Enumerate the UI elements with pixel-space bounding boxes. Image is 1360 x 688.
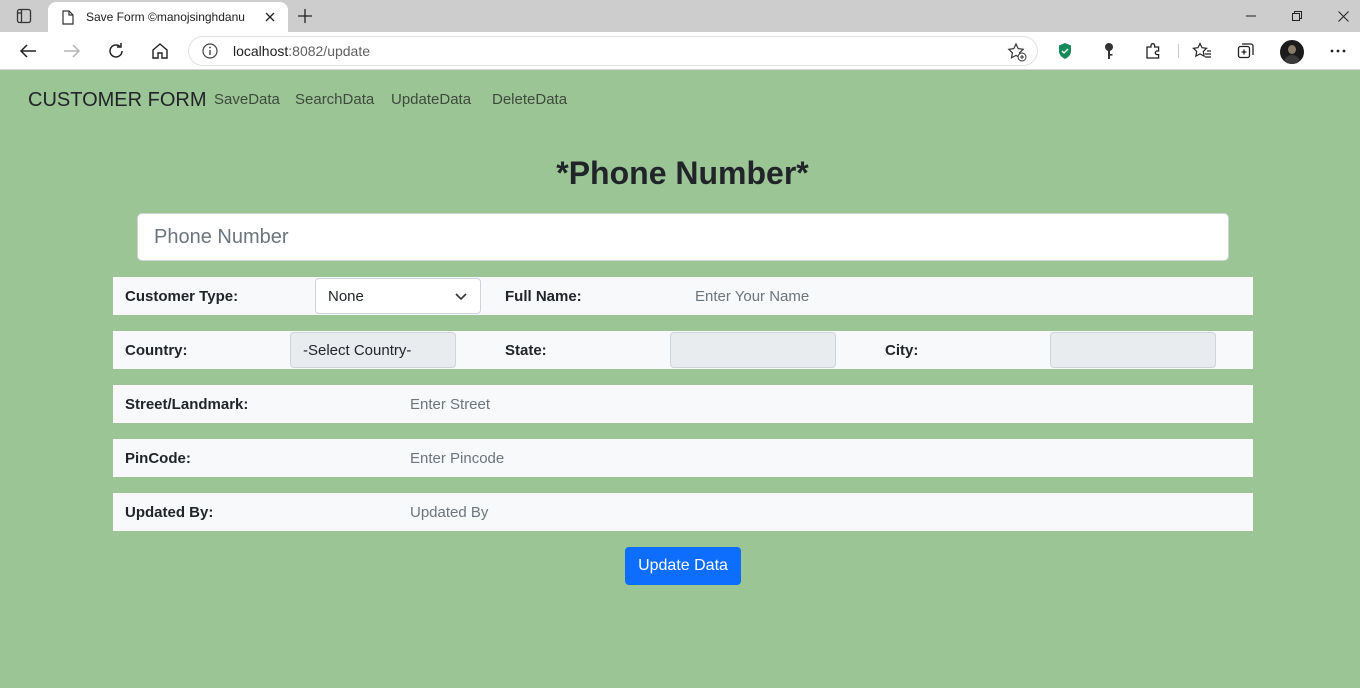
- page-heading: *Phone Number*: [556, 155, 809, 191]
- browser-tab[interactable]: Save Form ©manojsinghdanu: [48, 2, 288, 32]
- forward-arrow-icon[interactable]: [58, 38, 86, 64]
- avatar-body: [1284, 55, 1300, 64]
- phone-number-input[interactable]: [137, 213, 1229, 261]
- collections-icon[interactable]: [1232, 38, 1260, 64]
- nav-link-savedata[interactable]: SaveData: [214, 91, 280, 108]
- city-select[interactable]: [1050, 332, 1216, 368]
- full-name-label: Full Name:: [505, 288, 582, 305]
- browser-tabstrip: Save Form ©manojsinghdanu: [0, 0, 1360, 32]
- favorites-icon[interactable]: [1188, 38, 1216, 64]
- add-favorite-icon[interactable]: [1007, 42, 1027, 62]
- tab-actions-icon[interactable]: [10, 6, 38, 26]
- address-bar[interactable]: localhost:8082/update: [188, 36, 1038, 66]
- back-arrow-icon[interactable]: [14, 38, 42, 64]
- key-icon[interactable]: [1095, 38, 1123, 64]
- state-select[interactable]: [670, 332, 836, 368]
- browser-toolbar: localhost:8082/update: [0, 32, 1360, 70]
- update-data-button[interactable]: Update Data: [625, 547, 741, 585]
- state-label: State:: [505, 342, 547, 359]
- avatar-face: [1288, 45, 1296, 54]
- site-info-icon[interactable]: [201, 42, 219, 60]
- profile-avatar[interactable]: [1280, 40, 1304, 64]
- street-row: Street/Landmark:: [113, 385, 1253, 423]
- new-tab-icon[interactable]: [294, 6, 316, 26]
- restore-icon[interactable]: [1274, 0, 1320, 32]
- updated-by-input[interactable]: [410, 493, 1230, 531]
- pincode-input[interactable]: [410, 439, 1230, 477]
- city-label: City:: [885, 342, 919, 359]
- country-select[interactable]: -Select Country-: [290, 332, 456, 368]
- street-input[interactable]: [410, 385, 1230, 423]
- pincode-row: PinCode:: [113, 439, 1253, 477]
- shield-icon[interactable]: [1051, 38, 1079, 64]
- url-text[interactable]: localhost:8082/update: [233, 43, 370, 59]
- nav-link-deletedata[interactable]: DeleteData: [492, 91, 567, 108]
- country-label: Country:: [125, 342, 188, 359]
- home-icon[interactable]: [146, 38, 174, 64]
- full-name-input[interactable]: [695, 277, 1235, 315]
- extensions-icon[interactable]: [1139, 38, 1167, 64]
- window-close-icon[interactable]: [1320, 0, 1360, 32]
- toolbar-divider: [1178, 44, 1179, 58]
- customer-type-label: Customer Type:: [125, 288, 239, 305]
- chevron-down-icon: [454, 290, 468, 304]
- country-value: -Select Country-: [303, 341, 412, 359]
- close-icon[interactable]: [262, 9, 278, 25]
- location-row: Country: -Select Country- State: City:: [113, 331, 1253, 369]
- updated-by-label: Updated By:: [125, 504, 214, 521]
- customer-type-value: None: [328, 287, 364, 305]
- navbar-brand[interactable]: CUSTOMER FORM: [28, 89, 207, 112]
- minimize-icon[interactable]: [1228, 0, 1274, 32]
- customer-row: Customer Type: None Full Name:: [113, 277, 1253, 315]
- updated-by-row: Updated By:: [113, 493, 1253, 531]
- more-options-icon[interactable]: [1324, 38, 1352, 64]
- refresh-icon[interactable]: [102, 38, 130, 64]
- url-host: localhost: [233, 43, 289, 59]
- pincode-label: PinCode:: [125, 450, 191, 467]
- tab-title: Save Form ©manojsinghdanu: [86, 10, 245, 24]
- page-icon: [60, 9, 76, 25]
- customer-type-select[interactable]: None: [315, 278, 481, 314]
- street-label: Street/Landmark:: [125, 396, 249, 413]
- nav-link-searchdata[interactable]: SearchData: [295, 91, 374, 108]
- nav-link-updatedata[interactable]: UpdateData: [391, 91, 471, 108]
- url-path: :8082/update: [288, 43, 371, 59]
